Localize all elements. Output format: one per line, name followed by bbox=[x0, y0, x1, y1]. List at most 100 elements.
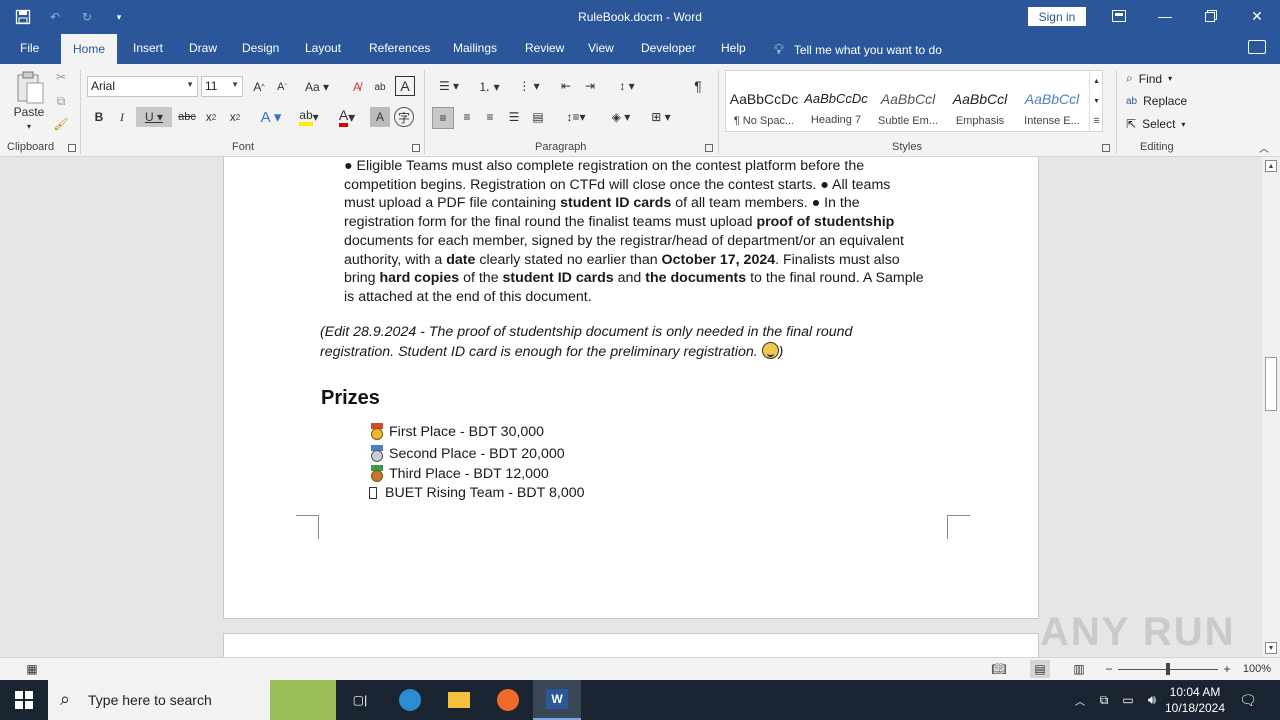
copy-icon[interactable]: ⧉ bbox=[52, 92, 70, 110]
tell-me-search[interactable]: 💡︎ Tell me what you want to do bbox=[774, 41, 942, 58]
zoom-slider-thumb[interactable] bbox=[1166, 663, 1170, 675]
next-page[interactable] bbox=[223, 633, 1039, 657]
change-case-icon[interactable]: Aa ▾ bbox=[300, 77, 334, 97]
document-area[interactable]: ● Eligible Teams must also complete regi… bbox=[0, 157, 1262, 657]
tab-home[interactable]: Home bbox=[61, 34, 118, 64]
shrink-font-icon[interactable]: Aˇ bbox=[272, 77, 292, 97]
paste-button[interactable]: Paste bbox=[10, 104, 48, 120]
document-page[interactable]: ● Eligible Teams must also complete regi… bbox=[223, 157, 1039, 619]
minimize-button[interactable]: — bbox=[1142, 0, 1188, 32]
font-color-icon[interactable]: A ▾ bbox=[330, 107, 364, 127]
tab-file[interactable]: File bbox=[20, 41, 39, 55]
task-view-icon[interactable]: ▢| bbox=[348, 688, 372, 712]
styles-scroll-up-icon[interactable]: ▲ bbox=[1089, 71, 1103, 91]
taskbar-search-box[interactable]: ⌕ Type here to search bbox=[48, 680, 336, 720]
styles-more-icon[interactable]: ☰ bbox=[1089, 111, 1103, 131]
styles-scroll-down-icon[interactable]: ▼ bbox=[1089, 91, 1103, 111]
bold-icon[interactable]: B bbox=[89, 107, 109, 127]
tab-design[interactable]: Design bbox=[242, 41, 279, 55]
clear-formatting-icon[interactable]: A̸ bbox=[347, 77, 367, 97]
tab-review[interactable]: Review bbox=[525, 41, 564, 55]
phonetic-guide-icon[interactable]: ab bbox=[370, 77, 390, 97]
styles-launcher-icon[interactable] bbox=[1102, 144, 1110, 152]
character-shading-icon[interactable]: A bbox=[370, 107, 390, 127]
style-intense-emphasis[interactable]: AaBbCcl Intense E... bbox=[1016, 79, 1088, 135]
format-painter-icon[interactable]: 🖌︎ bbox=[52, 115, 70, 133]
tab-layout[interactable]: Layout bbox=[305, 41, 341, 55]
network-icon[interactable]: ▭ bbox=[1116, 688, 1140, 712]
zoom-out-icon[interactable]: − bbox=[1102, 661, 1116, 677]
align-left-icon[interactable]: ≡ bbox=[432, 107, 454, 129]
comments-icon[interactable] bbox=[1248, 40, 1266, 54]
text-effects-icon[interactable]: A ▾ bbox=[254, 107, 288, 127]
prize-item[interactable]: BUET Rising Team - BDT 8,000 bbox=[369, 485, 585, 501]
prize-item[interactable]: Second Place - BDT 20,000 bbox=[369, 445, 565, 463]
restore-button[interactable] bbox=[1188, 0, 1234, 32]
close-button[interactable]: ✕ bbox=[1234, 0, 1280, 32]
borders-icon[interactable]: ⊞ ▾ bbox=[644, 107, 678, 127]
word-taskbar-icon[interactable]: W bbox=[533, 680, 581, 720]
scroll-up-icon[interactable]: ▲ bbox=[1265, 160, 1277, 172]
taskbar-clock[interactable]: 10:04 AM 10/18/2024 bbox=[1160, 684, 1230, 716]
body-paragraph[interactable]: ● Eligible Teams must also complete regi… bbox=[344, 157, 954, 307]
line-spacing-icon[interactable]: ↕≡▾ bbox=[560, 107, 592, 127]
file-explorer-icon[interactable] bbox=[447, 688, 471, 712]
replace-button[interactable]: ab Replace bbox=[1126, 94, 1187, 108]
style-heading-7[interactable]: AaBbCcDc Heading 7 bbox=[800, 79, 872, 135]
notifications-icon[interactable]: 🗨︎ bbox=[1236, 688, 1260, 712]
character-border-icon[interactable]: A bbox=[395, 76, 415, 96]
italic-icon[interactable]: I bbox=[112, 107, 132, 127]
scroll-thumb[interactable] bbox=[1265, 357, 1277, 411]
justify-icon[interactable]: ☰ bbox=[504, 107, 524, 127]
page-view-icon[interactable]: ▦ bbox=[24, 662, 40, 676]
tab-view[interactable]: View bbox=[588, 41, 614, 55]
prize-item[interactable]: Third Place - BDT 12,000 bbox=[369, 465, 549, 483]
decrease-indent-icon[interactable]: ⇤ bbox=[556, 76, 576, 96]
firefox-icon[interactable] bbox=[496, 688, 520, 712]
ribbon-display-options-icon[interactable] bbox=[1096, 0, 1142, 32]
windows-start-icon[interactable] bbox=[12, 688, 36, 712]
style-subtle-emphasis[interactable]: AaBbCcl Subtle Em... bbox=[872, 79, 944, 135]
sign-in-button[interactable]: Sign in bbox=[1028, 7, 1086, 26]
bullets-icon[interactable]: ☰ ▾ bbox=[432, 76, 466, 96]
zoom-level[interactable]: 100% bbox=[1240, 661, 1274, 677]
increase-indent-icon[interactable]: ⇥ bbox=[580, 76, 600, 96]
enclose-characters-icon[interactable]: 字 bbox=[394, 107, 414, 127]
sort-icon[interactable]: ↕ ▾ bbox=[612, 76, 642, 96]
tab-draw[interactable]: Draw bbox=[189, 41, 217, 55]
edit-note[interactable]: (Edit 28.9.2024 - The proof of studentsh… bbox=[320, 322, 900, 362]
web-layout-icon[interactable]: ▥ bbox=[1070, 661, 1088, 677]
tab-help[interactable]: Help bbox=[721, 41, 746, 55]
grow-font-icon[interactable]: A ^ bbox=[249, 77, 269, 97]
find-button[interactable]: ⌕ Find ▾ bbox=[1126, 71, 1172, 86]
paste-dropdown-icon[interactable]: ▾ bbox=[22, 120, 36, 132]
tab-references[interactable]: References bbox=[369, 41, 430, 55]
distributed-icon[interactable]: ▤ bbox=[528, 107, 548, 127]
tab-mailings[interactable]: Mailings bbox=[453, 41, 497, 55]
strikethrough-icon[interactable]: abc bbox=[176, 107, 198, 127]
style-emphasis[interactable]: AaBbCcl Emphasis bbox=[944, 79, 1016, 135]
tab-developer[interactable]: Developer bbox=[641, 41, 696, 55]
numbering-icon[interactable]: ⒈ ▾ bbox=[472, 76, 506, 96]
zoom-in-icon[interactable]: + bbox=[1220, 661, 1234, 677]
print-layout-icon[interactable]: ▤ bbox=[1030, 660, 1050, 678]
vertical-scrollbar[interactable]: ▲ ▼ bbox=[1262, 157, 1280, 657]
network-device-icon[interactable]: ⧉ bbox=[1092, 688, 1116, 712]
paragraph-launcher-icon[interactable] bbox=[705, 144, 713, 152]
font-name-combo[interactable]: Arial ▼ bbox=[87, 76, 198, 97]
superscript-icon[interactable]: x2 bbox=[224, 107, 246, 127]
subscript-icon[interactable]: x2 bbox=[200, 107, 222, 127]
font-size-combo[interactable]: 11 ▼ bbox=[201, 76, 243, 97]
tab-insert[interactable]: Insert bbox=[133, 41, 163, 55]
scroll-down-icon[interactable]: ▼ bbox=[1265, 642, 1277, 654]
edge-icon[interactable] bbox=[398, 688, 422, 712]
multilevel-list-icon[interactable]: ⋮ ▾ bbox=[512, 76, 546, 96]
align-center-icon[interactable]: ≡ bbox=[457, 107, 477, 127]
font-launcher-icon[interactable] bbox=[412, 144, 420, 152]
align-right-icon[interactable]: ≡ bbox=[480, 107, 500, 127]
paste-icon[interactable] bbox=[12, 70, 48, 106]
shading-icon[interactable]: ◈ ▾ bbox=[604, 107, 638, 127]
prize-item[interactable]: First Place - BDT 30,000 bbox=[369, 423, 544, 441]
cut-icon[interactable]: ✂ bbox=[52, 68, 70, 86]
underline-icon[interactable]: U ▾ bbox=[136, 107, 172, 127]
